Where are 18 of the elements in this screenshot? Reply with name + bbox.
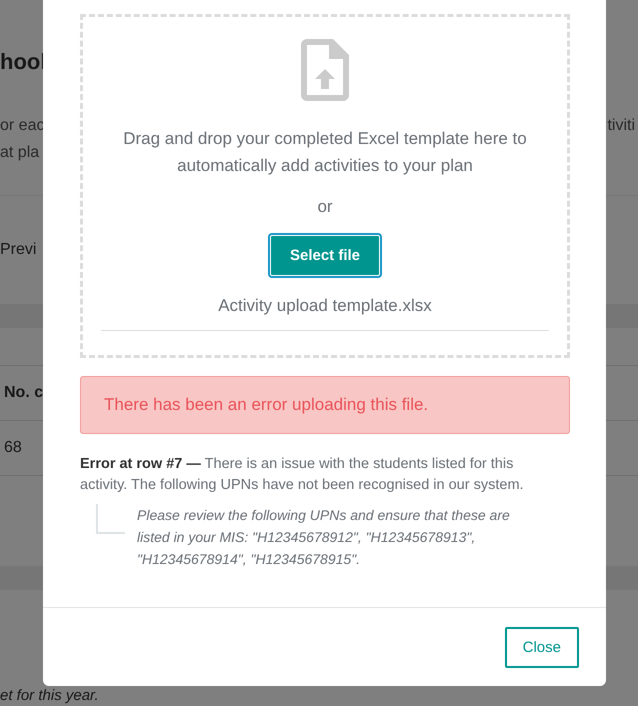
error-alert: There has been an error uploading this file.: [80, 376, 570, 434]
intro-text: tiviti: [607, 117, 635, 134]
intro-text: at pla: [0, 143, 40, 163]
select-file-button[interactable]: Select file: [270, 235, 380, 276]
drop-instructions: Drag and drop your completed Excel template here to automatically add activities to your plan: [122, 128, 528, 177]
error-detail: Please review the following UPNs and ensure that these are listed in your MIS: "H12345678912", "H12345678913", "H12345678914", "H12345678915".: [137, 506, 511, 569]
quote-border: [96, 504, 125, 534]
separator-text: or: [317, 197, 333, 217]
drop-zone[interactable]: Drag and drop your completed Excel template here to automatically add activities to your plan or Select file Activity upload template.xlsx: [80, 14, 570, 358]
error-message: Error at row #7 — There is an issue with the students listed for this activity. The following UPNs have not been recognised in our system.: [80, 455, 525, 495]
column-header: No. c: [4, 384, 44, 402]
close-button[interactable]: Close: [504, 626, 579, 668]
intro-text: or eac: [0, 116, 44, 136]
page-link[interactable]: Previ: [0, 241, 36, 259]
template-name: Activity upload template.xlsx: [101, 296, 549, 331]
footer-note: et for this year.: [0, 687, 99, 704]
file-upload-icon: [301, 39, 349, 101]
table-cell: 68: [4, 439, 22, 457]
